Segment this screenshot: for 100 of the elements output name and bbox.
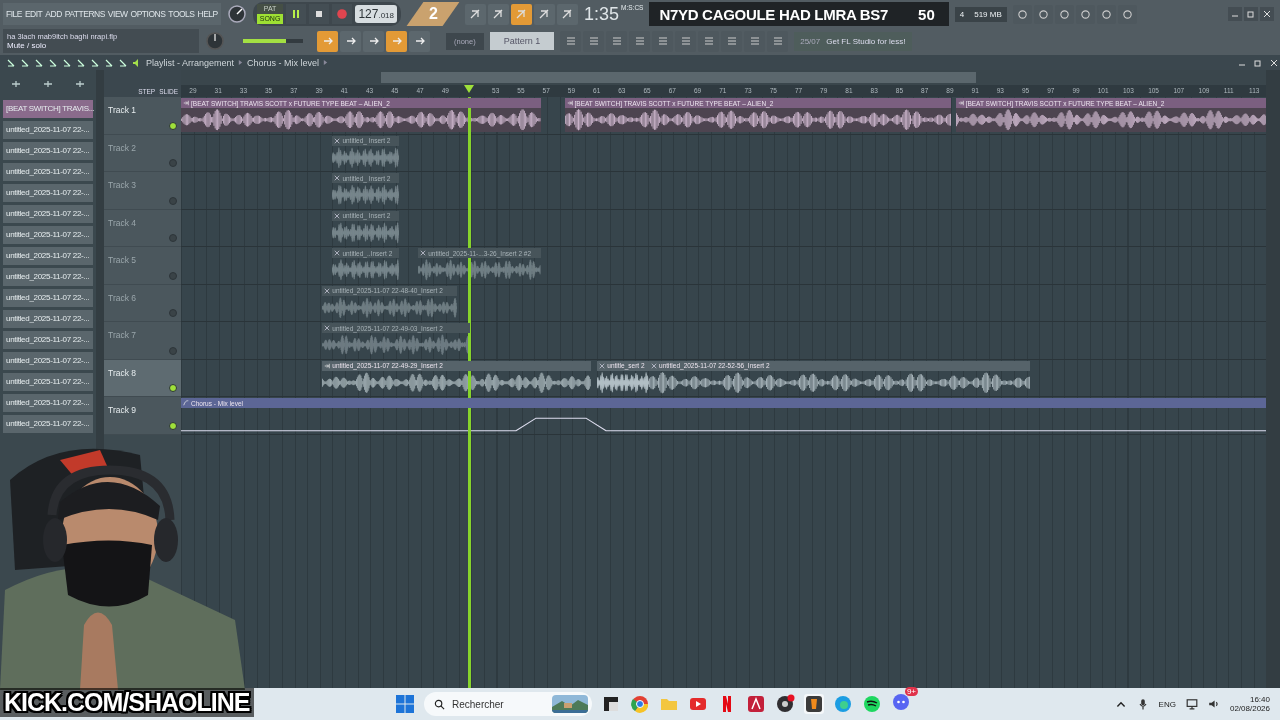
pattern-selector[interactable]: Pattern 1	[489, 32, 555, 50]
breadcrumb-item[interactable]: Chorus - Mix level	[247, 57, 320, 68]
stop-button[interactable]	[309, 4, 330, 24]
tool-icon[interactable]	[34, 57, 44, 68]
track-header[interactable]: Track 3	[104, 172, 181, 210]
tool-icon[interactable]	[48, 57, 58, 68]
toolbar-button[interactable]	[744, 30, 766, 52]
track-enable-toggle[interactable]	[169, 346, 177, 355]
pitch-knob-icon[interactable]	[205, 31, 225, 51]
music-app-icon[interactable]	[862, 694, 882, 714]
clip-source-item[interactable]: untitled_2025-11-07 22-...	[3, 415, 93, 433]
toolbar-button[interactable]	[698, 30, 720, 52]
daw-app-icon[interactable]	[804, 694, 824, 714]
toolbar-button[interactable]	[511, 3, 532, 25]
minimize-button[interactable]	[1228, 7, 1242, 21]
menu-item[interactable]: TOOLS	[168, 9, 195, 19]
toolbar-button[interactable]	[652, 30, 674, 52]
picker-mode-icon[interactable]	[75, 79, 85, 89]
playlist-grid[interactable]	[181, 97, 1266, 688]
track-enable-toggle[interactable]	[169, 309, 177, 317]
knob-icon[interactable]	[226, 4, 247, 24]
toolbar-button[interactable]	[340, 30, 361, 52]
toolbar-button[interactable]	[767, 30, 789, 52]
toolbar-button[interactable]	[675, 30, 697, 52]
start-icon[interactable]	[395, 694, 415, 714]
toolbar-button[interactable]	[629, 30, 651, 52]
breadcrumb-item[interactable]: Playlist - Arrangement	[146, 57, 235, 68]
toolbar-button[interactable]	[488, 3, 509, 25]
toolbar-button[interactable]	[721, 30, 743, 52]
clip-source-item[interactable]: untitled_2025-11-07 22-...	[3, 163, 93, 181]
tool-icon[interactable]	[104, 57, 114, 68]
clip-source-item[interactable]: untitled_2025-11-07 22-...	[3, 373, 93, 391]
toolbar-button[interactable]	[534, 3, 555, 25]
clip-source-item[interactable]: untitled_2025-11-07 22-...	[3, 289, 93, 307]
toolbar-button[interactable]	[1117, 4, 1137, 24]
track-header[interactable]: Track 6	[104, 284, 181, 322]
toolbar-button[interactable]	[386, 30, 407, 52]
clip-source-item[interactable]: untitled_2025-11-07 22-...	[3, 247, 93, 265]
toolbar-button[interactable]	[409, 30, 430, 52]
language-indicator[interactable]: ENG	[1158, 699, 1176, 709]
track-header[interactable]: Track 4	[104, 209, 181, 247]
menu-item[interactable]: VIEW	[107, 9, 128, 19]
clip-source-item[interactable]: untitled_2025-11-07 22-...	[3, 310, 93, 328]
track-header[interactable]: Track 2	[104, 134, 181, 172]
network-icon[interactable]	[1185, 698, 1198, 710]
tempo-display[interactable]: 127.018	[355, 5, 397, 23]
clip-source-item[interactable]: untitled_2025-11-07 22-...	[3, 142, 93, 160]
restore-button[interactable]	[1244, 7, 1258, 21]
toolbar-button[interactable]	[1054, 4, 1074, 24]
menu-item[interactable]: PATTERNS	[64, 9, 105, 19]
scrollbar[interactable]	[1266, 70, 1280, 688]
clip-source-item[interactable]: untitled_2025-11-07 22-...	[3, 394, 93, 412]
track-header[interactable]: Track 8	[104, 359, 181, 397]
menu-item[interactable]: EDIT	[24, 9, 43, 19]
picker-mode-icon[interactable]	[11, 79, 21, 89]
design-app-icon[interactable]	[746, 694, 766, 714]
track-enable-toggle[interactable]	[169, 271, 177, 280]
menu-item[interactable]: OPTIONS	[130, 9, 166, 19]
clip-source-item[interactable]: untitled_2025-11-07 22-...	[3, 352, 93, 370]
track-enable-toggle[interactable]	[169, 159, 177, 167]
toolbar-button[interactable]	[317, 30, 338, 52]
toolbar-button[interactable]	[1033, 4, 1053, 24]
menu-item[interactable]: FILE	[6, 9, 22, 19]
toolbar-button[interactable]	[560, 30, 582, 52]
track-header[interactable]: Track 1	[104, 97, 181, 135]
toolbar-button[interactable]	[465, 3, 486, 25]
track-enable-toggle[interactable]	[169, 234, 177, 242]
toolbar-button[interactable]	[363, 30, 384, 52]
track-enable-toggle[interactable]	[169, 384, 177, 392]
clip-source-item[interactable]: untitled_2025-11-07 22-...	[3, 184, 93, 202]
tool-icon[interactable]	[90, 57, 100, 68]
track-header[interactable]: Track 7	[104, 322, 181, 360]
chat-app-icon[interactable]	[891, 692, 911, 712]
recorder-icon[interactable]	[775, 694, 795, 714]
master-volume-slider[interactable]	[243, 39, 303, 43]
track-header[interactable]: Track 9	[104, 397, 181, 435]
toolbar-button[interactable]	[1012, 4, 1032, 24]
menu-item[interactable]: HELP	[197, 9, 218, 19]
tool-icon[interactable]	[20, 57, 30, 68]
pause-button[interactable]	[286, 4, 307, 24]
track-enable-toggle[interactable]	[169, 421, 177, 430]
toolbar-button[interactable]	[557, 3, 578, 25]
toolbar-button[interactable]	[1096, 4, 1116, 24]
volume-icon[interactable]	[1207, 698, 1220, 710]
news-ticker[interactable]: 25/07 Get FL Studio for less!	[794, 31, 912, 51]
clip-source-item[interactable]: untitled_2025-11-07 22-...	[3, 121, 93, 139]
toolbar-button[interactable]	[583, 30, 605, 52]
clip-source-item[interactable]: untitled_2025-11-07 22-...	[3, 205, 93, 223]
toolbar-button[interactable]	[606, 30, 628, 52]
tool-icon[interactable]	[6, 57, 16, 68]
clip-source-item[interactable]: untitled_2025-11-07 22-...	[3, 226, 93, 244]
tool-icon[interactable]	[118, 57, 128, 68]
clip-source-item[interactable]: untitled_2025-11-07 22-...	[3, 331, 93, 349]
clock-date[interactable]: 02/08/2026	[1229, 704, 1270, 713]
tool-icon[interactable]	[76, 57, 86, 68]
tool-icon[interactable]	[62, 57, 72, 68]
track-header[interactable]: Track 5	[104, 247, 181, 285]
close-button[interactable]	[1260, 7, 1274, 21]
edge-browser-icon[interactable]	[833, 694, 853, 714]
clip-source-item[interactable]: untitled_2025-11-07 22-...	[3, 268, 93, 286]
